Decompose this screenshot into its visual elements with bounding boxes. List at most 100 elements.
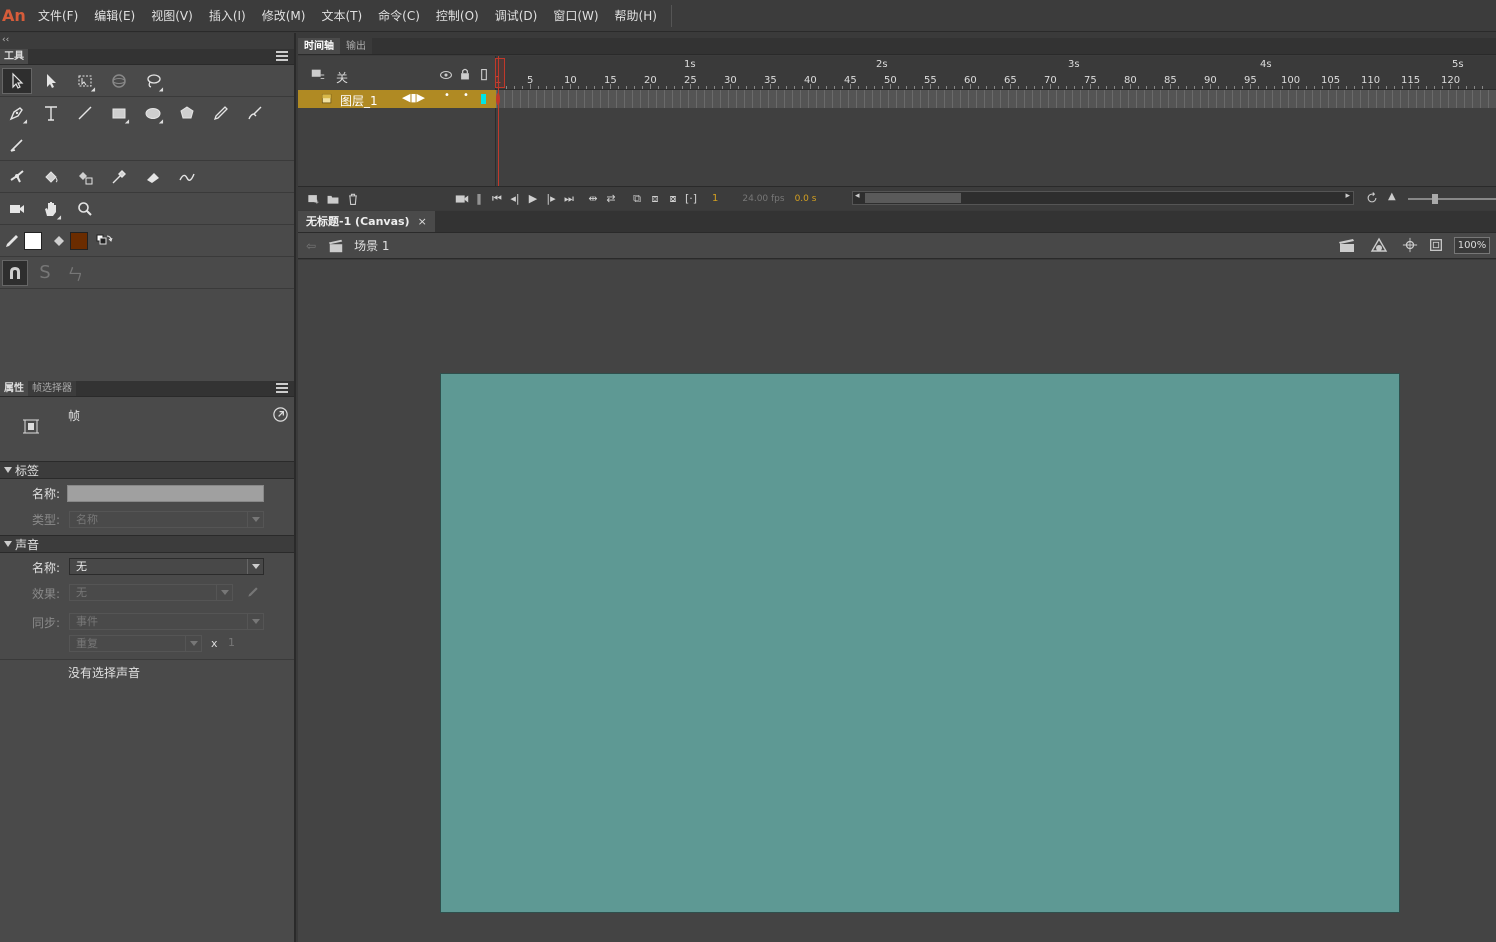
- menu-debug[interactable]: 调试(D): [487, 0, 546, 32]
- collapse-panels-button[interactable]: ‹‹: [0, 33, 294, 49]
- loop-icon[interactable]: ⇄: [602, 192, 620, 205]
- fps-value[interactable]: 24.00 fps: [742, 194, 784, 204]
- stage-area[interactable]: [298, 260, 1496, 942]
- onion-outline-icon[interactable]: ⧈: [646, 192, 664, 206]
- zoom-field[interactable]: 100%: [1454, 237, 1490, 254]
- polystar-tool[interactable]: [172, 100, 202, 126]
- step-back-icon[interactable]: ◂|: [506, 192, 524, 205]
- width-tool[interactable]: [172, 164, 202, 190]
- stroke-color-tool[interactable]: [2, 228, 22, 254]
- paint-brush-tool[interactable]: [240, 100, 270, 126]
- layer-color-icon[interactable]: [481, 94, 486, 104]
- snap-to-objects-button[interactable]: [2, 259, 28, 286]
- menu-modify[interactable]: 修改(M): [254, 0, 314, 32]
- pencil-tool[interactable]: [206, 100, 236, 126]
- straighten-button[interactable]: ㄣ: [62, 260, 88, 286]
- stroke-color-swatch[interactable]: [24, 231, 42, 250]
- scrollbar-thumb[interactable]: [865, 193, 961, 203]
- timeline-scrollbar[interactable]: ◂ ▸: [852, 191, 1354, 205]
- keyframe-nav-icon[interactable]: ◀▮▶: [402, 91, 425, 104]
- menu-edit[interactable]: 编辑(E): [86, 0, 143, 32]
- text-tool[interactable]: [36, 100, 66, 126]
- frame-size-slider[interactable]: [1408, 194, 1496, 204]
- last-frame-icon[interactable]: ⏭: [560, 192, 578, 206]
- line-tool[interactable]: [70, 100, 100, 126]
- eraser-tool[interactable]: [138, 164, 168, 190]
- tab-frame-picker[interactable]: 帧选择器: [28, 381, 76, 396]
- outline-icon[interactable]: [477, 68, 491, 82]
- current-frame-value[interactable]: 1: [712, 193, 718, 204]
- camera-toggle-icon[interactable]: [454, 191, 470, 207]
- new-layer-icon[interactable]: [306, 192, 320, 206]
- play-icon[interactable]: ▶: [524, 192, 542, 205]
- menu-insert[interactable]: 插入(I): [201, 0, 254, 32]
- free-transform-tool[interactable]: [70, 68, 100, 94]
- menu-window[interactable]: 窗口(W): [545, 0, 606, 32]
- scene-label[interactable]: 场景 1: [354, 237, 389, 254]
- close-icon[interactable]: ×: [418, 211, 427, 233]
- tab-timeline[interactable]: 时间轴: [298, 38, 340, 54]
- 3d-rotation-tool[interactable]: [104, 68, 134, 94]
- edit-scene-icon[interactable]: [1338, 237, 1356, 255]
- sound-effect-select[interactable]: 无: [69, 584, 233, 601]
- menu-text[interactable]: 文本(T): [313, 0, 370, 32]
- lock-icon[interactable]: [458, 67, 472, 81]
- label-section-header[interactable]: 标签: [0, 461, 294, 479]
- menu-view[interactable]: 视图(V): [143, 0, 201, 32]
- oval-tool[interactable]: [138, 100, 168, 126]
- paint-bucket-tool[interactable]: [36, 164, 66, 190]
- clip-content-icon[interactable]: [1428, 237, 1444, 253]
- sound-sync-select[interactable]: 事件: [69, 613, 264, 630]
- sound-section-header[interactable]: 声音: [0, 535, 294, 553]
- selection-tool[interactable]: [2, 67, 32, 94]
- zoom-tool[interactable]: [70, 196, 100, 222]
- fill-color-tool[interactable]: [48, 228, 70, 254]
- tab-output[interactable]: 输出: [340, 38, 372, 54]
- layer-row[interactable]: 图层_1 ◀▮▶ • •: [298, 90, 496, 108]
- playhead-handle[interactable]: [495, 58, 505, 88]
- panel-menu-icon[interactable]: [276, 51, 288, 61]
- center-frame-icon[interactable]: ⇹: [584, 192, 602, 205]
- sound-repeat-select[interactable]: 重复: [69, 635, 202, 652]
- swap-colors-button[interactable]: [90, 228, 118, 254]
- fill-color-swatch[interactable]: [70, 231, 88, 250]
- smooth-button[interactable]: S: [32, 260, 58, 286]
- edit-multiple-icon[interactable]: ⧇: [664, 192, 682, 206]
- zoom-small-icon[interactable]: ▲: [1388, 191, 1396, 202]
- edit-symbols-icon[interactable]: [1370, 237, 1388, 255]
- time-value[interactable]: 0.0 s: [795, 194, 817, 204]
- help-circle-icon[interactable]: [272, 406, 289, 423]
- first-frame-icon[interactable]: ⏮: [488, 192, 506, 206]
- show-parent-icon[interactable]: [310, 67, 326, 83]
- brush-tool[interactable]: [2, 132, 32, 158]
- panel-menu-icon[interactable]: [276, 383, 288, 393]
- tab-properties[interactable]: 属性: [0, 381, 28, 396]
- center-stage-icon[interactable]: [1402, 237, 1418, 253]
- onion-skin-icon[interactable]: ⧉: [628, 192, 646, 206]
- trash-icon[interactable]: [346, 192, 360, 206]
- visibility-dot-icon[interactable]: •: [444, 90, 450, 101]
- new-folder-icon[interactable]: [326, 192, 340, 206]
- back-arrow-icon[interactable]: ⇦: [306, 239, 316, 253]
- subselection-tool[interactable]: [36, 68, 66, 94]
- sound-name-select[interactable]: 无: [69, 558, 264, 575]
- menu-file[interactable]: 文件(F): [30, 0, 86, 32]
- menu-control[interactable]: 控制(O): [428, 0, 487, 32]
- playhead[interactable]: [495, 56, 505, 186]
- layer-name[interactable]: 图层_1: [340, 92, 378, 109]
- lasso-tool[interactable]: [138, 68, 168, 94]
- eye-icon[interactable]: [439, 68, 453, 82]
- lock-dot-icon[interactable]: •: [463, 90, 469, 101]
- camera-tool[interactable]: [2, 196, 32, 222]
- slider-knob[interactable]: [1432, 194, 1438, 204]
- eyedropper-tool[interactable]: [104, 164, 134, 190]
- repeat-count-value[interactable]: 1: [228, 636, 235, 649]
- menu-commands[interactable]: 命令(C): [370, 0, 428, 32]
- tools-panel-title[interactable]: 工具: [0, 49, 28, 64]
- reset-zoom-icon[interactable]: [1365, 191, 1379, 205]
- label-name-input[interactable]: [67, 485, 264, 502]
- layer-depth-icon[interactable]: ‖: [470, 192, 488, 205]
- rectangle-tool[interactable]: [104, 100, 134, 126]
- scroll-left-icon[interactable]: ◂: [855, 191, 860, 201]
- document-tab[interactable]: 无标题-1 (Canvas) ×: [298, 211, 435, 232]
